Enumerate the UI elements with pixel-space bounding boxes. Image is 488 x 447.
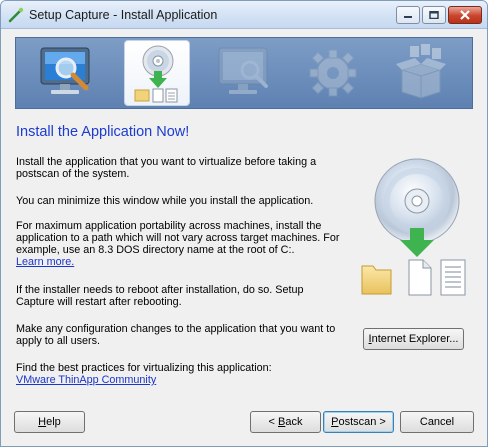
- close-icon: [460, 10, 470, 20]
- postscan-button[interactable]: Postscan >: [323, 411, 394, 433]
- app-wand-icon: [8, 7, 24, 23]
- close-button[interactable]: [448, 6, 482, 24]
- cancel-button-label: Cancel: [419, 416, 455, 428]
- step-banner: [15, 37, 473, 109]
- instruction-install: Install the application that you want to…: [16, 156, 317, 180]
- step-configure: [300, 40, 366, 106]
- back-button[interactable]: < Back: [250, 411, 321, 433]
- minimize-icon: [404, 16, 412, 18]
- minimize-button[interactable]: [396, 6, 420, 24]
- monitor-scan-icon: [218, 47, 268, 94]
- step-install: [124, 40, 190, 106]
- maximize-icon: [429, 11, 439, 19]
- help-button-label: Help: [38, 416, 61, 428]
- back-button-label: < Back: [268, 416, 303, 428]
- portability-text: For maximum application portability acro…: [16, 220, 340, 256]
- cancel-button[interactable]: Cancel: [400, 411, 474, 433]
- monitor-magnifier-icon: [40, 47, 90, 94]
- help-button[interactable]: Help: [14, 411, 85, 433]
- gear-icon: [309, 49, 357, 97]
- step-postscan: [212, 40, 278, 106]
- instruction-minimize: You can minimize this window while you i…: [16, 195, 314, 207]
- best-practices-text: Find the best practices for virtualizing…: [16, 362, 272, 374]
- step-prescan: [36, 40, 102, 106]
- instruction-portability: For maximum application portability acro…: [16, 220, 341, 268]
- learn-more-link[interactable]: Learn more.: [16, 256, 341, 268]
- step-build: [388, 40, 454, 106]
- thinapp-community-link[interactable]: VMware ThinApp Community: [16, 374, 341, 386]
- instruction-best-practices: Find the best practices for virtualizing…: [16, 362, 341, 386]
- window-title: Setup Capture - Install Application: [29, 8, 218, 22]
- instruction-reboot: If the installer needs to reboot after i…: [16, 284, 304, 308]
- instruction-configuration: Make any configuration changes to the ap…: [16, 323, 336, 347]
- internet-explorer-button[interactable]: Internet Explorer...: [363, 328, 464, 350]
- page-heading: Install the Application Now!: [16, 124, 190, 140]
- package-icon: [396, 44, 446, 99]
- maximize-button[interactable]: [422, 6, 446, 24]
- setup-capture-window: Setup Capture - Install Application Inst…: [0, 0, 488, 447]
- ie-button-label: Internet Explorer...: [368, 333, 459, 345]
- disc-install-icon: [134, 45, 178, 103]
- disc-install-illustration-icon: [361, 158, 466, 296]
- postscan-button-label: Postscan >: [331, 416, 386, 428]
- title-bar: Setup Capture - Install Application: [1, 1, 487, 29]
